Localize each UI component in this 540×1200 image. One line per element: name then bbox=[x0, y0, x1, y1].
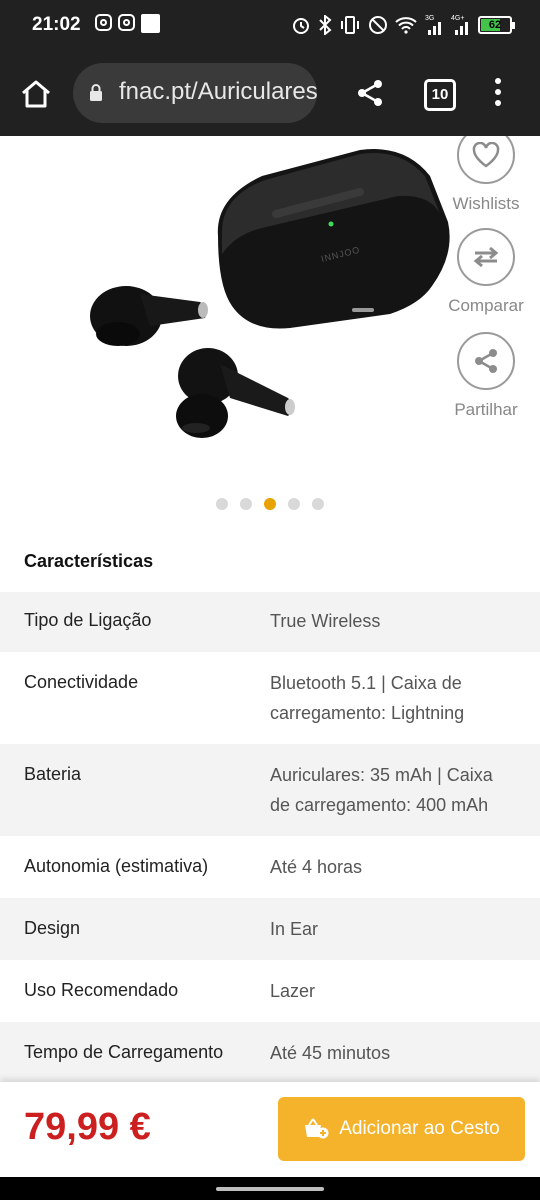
address-bar[interactable]: fnac.pt/Auriculares bbox=[73, 63, 317, 123]
notification-icons bbox=[95, 14, 160, 33]
app-square-icon bbox=[141, 14, 160, 33]
spec-value: Auriculares: 35 mAh | Caixa de carregame… bbox=[270, 765, 493, 815]
earbud-left bbox=[90, 286, 208, 346]
share-icon[interactable] bbox=[355, 78, 385, 108]
spec-key: Tipo de Ligação bbox=[24, 610, 152, 630]
buy-bar: 79,99 € Adicionar ao Cesto bbox=[0, 1082, 540, 1177]
alarm-icon bbox=[293, 18, 309, 34]
battery-level: 62 bbox=[488, 19, 502, 31]
share-icon[interactable] bbox=[457, 332, 515, 390]
spec-key: Bateria bbox=[24, 764, 82, 784]
add-to-cart-label: Adicionar ao Cesto bbox=[339, 1118, 500, 1139]
instagram-icon bbox=[95, 14, 112, 31]
bluetooth-icon bbox=[319, 15, 332, 35]
tabs-button[interactable]: 10 bbox=[424, 79, 456, 111]
spec-value: Até 45 minutos bbox=[270, 1043, 391, 1063]
spec-key: Conectividade bbox=[24, 672, 139, 692]
compare-action[interactable]: Comparar bbox=[446, 228, 526, 316]
carousel-dots bbox=[216, 498, 324, 510]
spec-key: Design bbox=[24, 918, 81, 938]
dnd-icon bbox=[369, 16, 387, 34]
spec-key: Autonomia (estimativa) bbox=[24, 856, 209, 876]
heart-icon[interactable] bbox=[457, 136, 515, 184]
more-vert-icon[interactable] bbox=[490, 78, 506, 110]
browser-toolbar: fnac.pt/Auriculares 10 bbox=[0, 52, 540, 136]
specs-table: Tipo de Ligação True Wireless Conectivid… bbox=[0, 592, 540, 1086]
clock: 21:02 bbox=[32, 14, 81, 35]
spec-value: Lazer bbox=[270, 981, 316, 1001]
swap-icon[interactable] bbox=[457, 228, 515, 286]
wishlist-action[interactable]: Wishlists bbox=[446, 136, 526, 214]
cart-add-icon bbox=[305, 1118, 329, 1139]
charging-case: INNJOO bbox=[217, 149, 450, 329]
home-icon[interactable] bbox=[20, 78, 52, 110]
status-bar: 21:02 3G 4G+ 62 bbox=[0, 0, 540, 52]
price: 79,99 € bbox=[24, 1106, 151, 1148]
carousel-dot[interactable] bbox=[312, 498, 324, 510]
product-gallery[interactable]: INNJOO Wishlists Comparar Partilhar bbox=[0, 136, 540, 536]
compare-label: Comparar bbox=[448, 296, 524, 315]
earbud-right bbox=[176, 348, 295, 438]
spec-value: Até 4 horas bbox=[270, 857, 363, 877]
carousel-dot[interactable] bbox=[288, 498, 300, 510]
add-to-cart-button[interactable]: Adicionar ao Cesto bbox=[278, 1097, 525, 1161]
share-label: Partilhar bbox=[454, 400, 518, 419]
signal-3g-icon: 3G bbox=[425, 15, 441, 35]
spec-value: True Wireless bbox=[270, 611, 381, 631]
system-icons: 3G 4G+ 62 bbox=[291, 14, 515, 36]
carousel-dot[interactable] bbox=[216, 498, 228, 510]
spec-key: Tempo de Carregamento bbox=[24, 1042, 224, 1062]
spec-row: Uso Recomendado Lazer bbox=[0, 960, 540, 1022]
battery-icon: 62 bbox=[478, 16, 515, 34]
network-b-label: 4G+ bbox=[451, 15, 464, 22]
url-text: fnac.pt/Auriculares bbox=[119, 78, 317, 105]
lock-icon bbox=[90, 84, 102, 101]
carousel-dot[interactable] bbox=[240, 498, 252, 510]
spec-value: Bluetooth 5.1 | Caixa de carregamento: L… bbox=[270, 673, 465, 723]
spec-row: Autonomia (estimativa) Até 4 horas bbox=[0, 836, 540, 898]
vibrate-icon bbox=[341, 16, 359, 34]
spec-row: Bateria Auriculares: 35 mAh | Caixa de c… bbox=[0, 744, 540, 836]
spec-key: Uso Recomendado bbox=[24, 980, 179, 1000]
spec-row: Tipo de Ligação True Wireless bbox=[0, 592, 540, 652]
signal-4g-icon: 4G+ bbox=[451, 15, 468, 35]
system-nav-bar bbox=[0, 1177, 540, 1200]
instagram-icon bbox=[118, 14, 135, 31]
specs-title: Características bbox=[24, 551, 154, 571]
spec-value: In Ear bbox=[270, 919, 319, 939]
wishlist-label: Wishlists bbox=[452, 194, 520, 213]
wifi-icon bbox=[395, 17, 417, 34]
spec-row: Tempo de Carregamento Até 45 minutos bbox=[0, 1022, 540, 1086]
spec-row: Design In Ear bbox=[0, 898, 540, 960]
network-a-label: 3G bbox=[425, 15, 434, 22]
home-gesture-pill[interactable] bbox=[216, 1187, 324, 1191]
share-action[interactable]: Partilhar bbox=[446, 332, 526, 420]
spec-row: Conectividade Bluetooth 5.1 | Caixa de c… bbox=[0, 652, 540, 744]
carousel-dot-active[interactable] bbox=[264, 498, 276, 510]
